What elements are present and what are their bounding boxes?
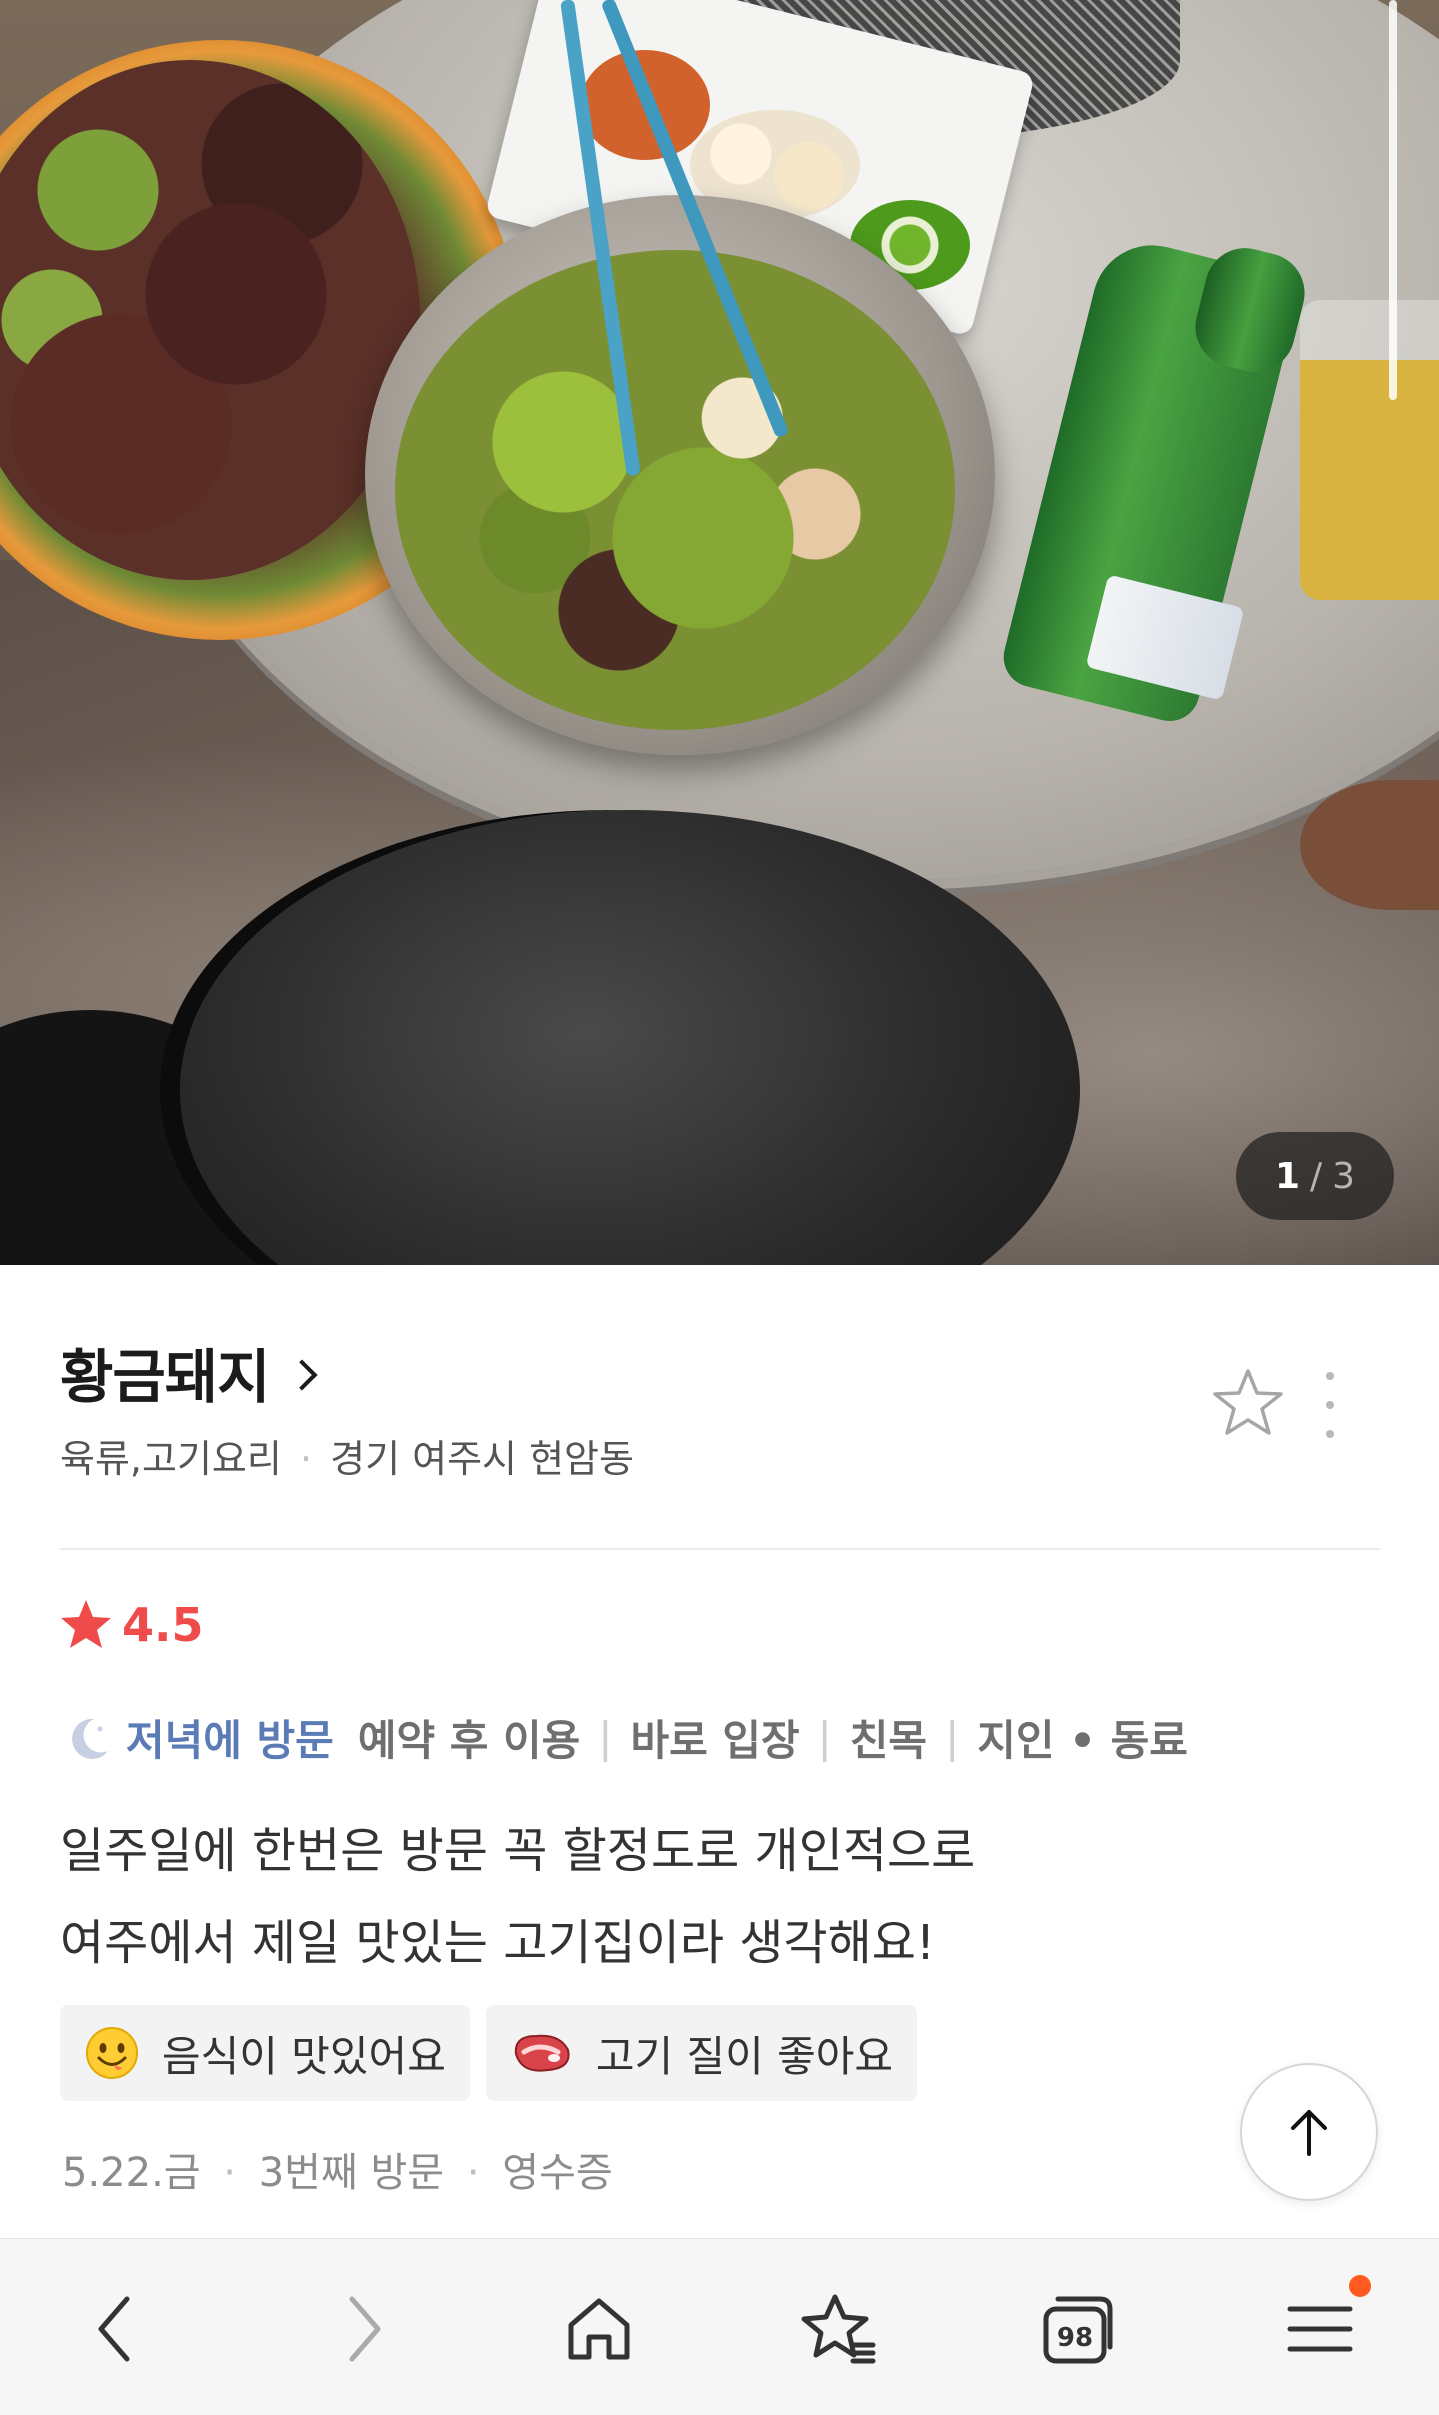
keyword-label: 고기 질이 좋아요 [595, 2031, 894, 2081]
tag-divider: | [598, 1713, 613, 1762]
smiley-face-icon [86, 2027, 138, 2079]
notification-dot [1349, 2275, 1371, 2297]
moon-icon [72, 1718, 108, 1759]
keyword-chips: 음식이 맛있어요 고기 질이 좋아요 [60, 2005, 918, 2101]
place-location: 경기 여주시 현암동 [330, 1437, 634, 1481]
place-subtitle: 육류,고기요리 · 경기 여주시 현암동 [60, 1428, 634, 1483]
back-button[interactable] [67, 2279, 167, 2379]
back-icon [98, 2296, 130, 2362]
keyword-label: 음식이 맛있어요 [162, 2031, 446, 2081]
arrow-up-icon [1291, 2110, 1327, 2156]
scroll-to-top-button[interactable] [1240, 2063, 1378, 2201]
place-title-link[interactable]: 황금돼지 [60, 1330, 319, 1414]
visit-date: 5.22.금 [62, 2150, 201, 2196]
beer-glass [1300, 300, 1439, 600]
tag-divider: | [945, 1713, 960, 1762]
section-divider [60, 1548, 1380, 1550]
tag-divider: | [817, 1713, 832, 1762]
bookmarks-button[interactable] [789, 2279, 889, 2379]
visit-tags: 저녁에 방문 예약 후 이용 | 바로 입장 | 친목 | 지인 • 동료 [64, 1707, 1188, 1768]
bookmarks-icon [801, 2294, 876, 2364]
photo-counter-current: 1 [1274, 1155, 1300, 1197]
visit-tag: 예약 후 이용 [357, 1716, 581, 1765]
visit-time-label: 저녁에 방문 [126, 1716, 334, 1765]
home-icon [568, 2298, 630, 2360]
tabs-button[interactable]: 98 [1028, 2279, 1128, 2379]
tabs-count: 98 [1057, 2323, 1093, 2353]
more-dot [1326, 1430, 1334, 1438]
photo-counter-total: 3 [1332, 1155, 1356, 1197]
review-line: 여주에서 제일 맛있는 고기집이라 생각해요! [60, 1915, 936, 1971]
more-dot [1326, 1372, 1334, 1380]
keyword-chip: 음식이 맛있어요 [60, 2005, 470, 2101]
chevron-right-icon [286, 1359, 319, 1391]
star-filled-icon [61, 1600, 111, 1648]
more-options-button[interactable] [1310, 1372, 1350, 1438]
verification-type: 영수증 [502, 2150, 613, 2196]
place-name: 황금돼지 [60, 1343, 270, 1411]
review-text: 일주일에 한번은 방문 꼭 할정도로 개인적으로 여주에서 제일 맛있는 고기집… [60, 1805, 1360, 1989]
home-button[interactable] [549, 2279, 649, 2379]
subtitle-separator: · [299, 1437, 313, 1481]
favorite-star-button[interactable] [1210, 1365, 1286, 1441]
steak-meat-icon [514, 2034, 570, 2072]
place-category: 육류,고기요리 [60, 1437, 282, 1481]
keyword-chip: 고기 질이 좋아요 [485, 2005, 918, 2101]
menu-icon [1287, 2306, 1353, 2352]
meta-separator: · [223, 2150, 237, 2196]
meta-separator: · [466, 2150, 480, 2196]
browser-bottom-bar: 98 [0, 2238, 1439, 2415]
review-meta: 5.22.금 · 3번째 방문 · 영수증 [62, 2140, 613, 2198]
salad-contents [395, 250, 955, 730]
photo-counter: 1 / 3 [1236, 1132, 1394, 1220]
visit-tag: 지인 • 동료 [977, 1716, 1188, 1765]
rating: 4.5 [58, 1597, 204, 1653]
review-line: 일주일에 한번은 방문 꼭 할정도로 개인적으로 [60, 1823, 976, 1879]
rating-value: 4.5 [122, 1598, 204, 1652]
visit-tag: 친목 [849, 1716, 928, 1765]
review-photo[interactable]: 1 / 3 [0, 0, 1439, 1265]
tabs-icon: 98 [1043, 2296, 1113, 2364]
photo-counter-separator: / [1310, 1155, 1323, 1197]
more-dot [1326, 1401, 1334, 1409]
forward-button[interactable] [312, 2279, 412, 2379]
star-outline-icon [1213, 1369, 1283, 1435]
visit-tag: 바로 입장 [630, 1716, 800, 1765]
visit-count: 3번째 방문 [258, 2150, 445, 2196]
forward-icon [349, 2296, 381, 2362]
scrollbar[interactable] [1389, 0, 1397, 400]
